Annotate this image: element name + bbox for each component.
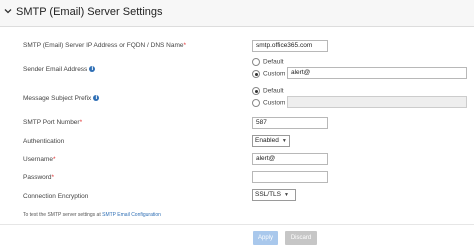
sender-custom-radio[interactable]: Custom	[252, 70, 285, 78]
server-label-text: SMTP (Email) Server IP Address or FQDN /…	[23, 42, 184, 49]
encryption-label-text: Connection Encryption	[23, 193, 89, 200]
port-label-text: SMTP Port Number	[23, 119, 80, 126]
info-icon[interactable]: i	[89, 66, 96, 73]
username-label-text: Username	[23, 156, 53, 163]
port-input[interactable]: 587	[252, 117, 328, 129]
password-label-text: Password	[23, 174, 52, 181]
radio-icon[interactable]	[252, 99, 260, 107]
encryption-select[interactable]: SSL/TLS ▼	[252, 189, 296, 201]
sender-default-radio[interactable]: Default	[252, 58, 284, 66]
smtp-settings-panel: SMTP (Email) Server Settings SMTP (Email…	[0, 0, 474, 251]
test-settings-note: To test the SMTP server settings at SMTP…	[23, 212, 161, 218]
discard-button[interactable]: Discard	[285, 231, 317, 245]
radio-selected-icon[interactable]	[252, 70, 260, 78]
section-title: SMTP (Email) Server Settings	[16, 6, 163, 18]
section-header[interactable]: SMTP (Email) Server Settings	[0, 0, 474, 27]
radio-selected-icon[interactable]	[252, 87, 260, 95]
apply-button[interactable]: Apply	[253, 231, 278, 245]
sender-label: Sender Email Address i	[23, 66, 96, 73]
subject-prefix-input[interactable]	[287, 96, 467, 108]
info-icon[interactable]: i	[93, 95, 100, 102]
subject-default-label: Default	[263, 87, 284, 95]
required-mark: *	[52, 156, 56, 163]
authentication-label-text: Authentication	[23, 138, 65, 145]
port-label: SMTP Port Number*	[23, 119, 82, 126]
chevron-down-icon: ▼	[284, 192, 289, 198]
smtp-email-configuration-link[interactable]: SMTP Email Configuration	[102, 212, 161, 218]
password-input[interactable]	[252, 171, 328, 183]
subject-default-radio[interactable]: Default	[252, 87, 284, 95]
footer-divider	[0, 224, 474, 225]
username-input[interactable]: alert@	[252, 153, 328, 165]
encryption-value: SSL/TLS	[255, 191, 282, 198]
server-label: SMTP (Email) Server IP Address or FQDN /…	[23, 42, 186, 49]
chevron-down-icon[interactable]	[2, 5, 14, 17]
username-label: Username*	[23, 156, 56, 163]
subject-label-text: Message Subject Prefix	[23, 95, 92, 102]
sender-default-label: Default	[263, 58, 284, 66]
server-address-input[interactable]: smtp.office365.com	[252, 40, 328, 52]
required-mark: *	[51, 174, 55, 181]
sender-label-text: Sender Email Address	[23, 66, 88, 73]
subject-custom-radio[interactable]: Custom	[252, 99, 285, 107]
radio-icon[interactable]	[252, 58, 260, 66]
sender-custom-label: Custom	[263, 70, 286, 78]
required-mark: *	[79, 119, 83, 126]
authentication-select[interactable]: Enabled ▼	[252, 135, 290, 147]
subject-custom-label: Custom	[263, 99, 286, 107]
subject-label: Message Subject Prefix i	[23, 95, 100, 102]
encryption-label: Connection Encryption	[23, 193, 88, 200]
required-mark: *	[183, 42, 187, 49]
authentication-label: Authentication	[23, 138, 64, 145]
password-label: Password*	[23, 174, 54, 181]
note-text: To test the SMTP server settings at	[23, 212, 101, 218]
chevron-down-icon: ▼	[281, 138, 287, 144]
sender-email-input[interactable]: alert@	[287, 67, 467, 79]
authentication-value: Enabled	[255, 137, 279, 144]
